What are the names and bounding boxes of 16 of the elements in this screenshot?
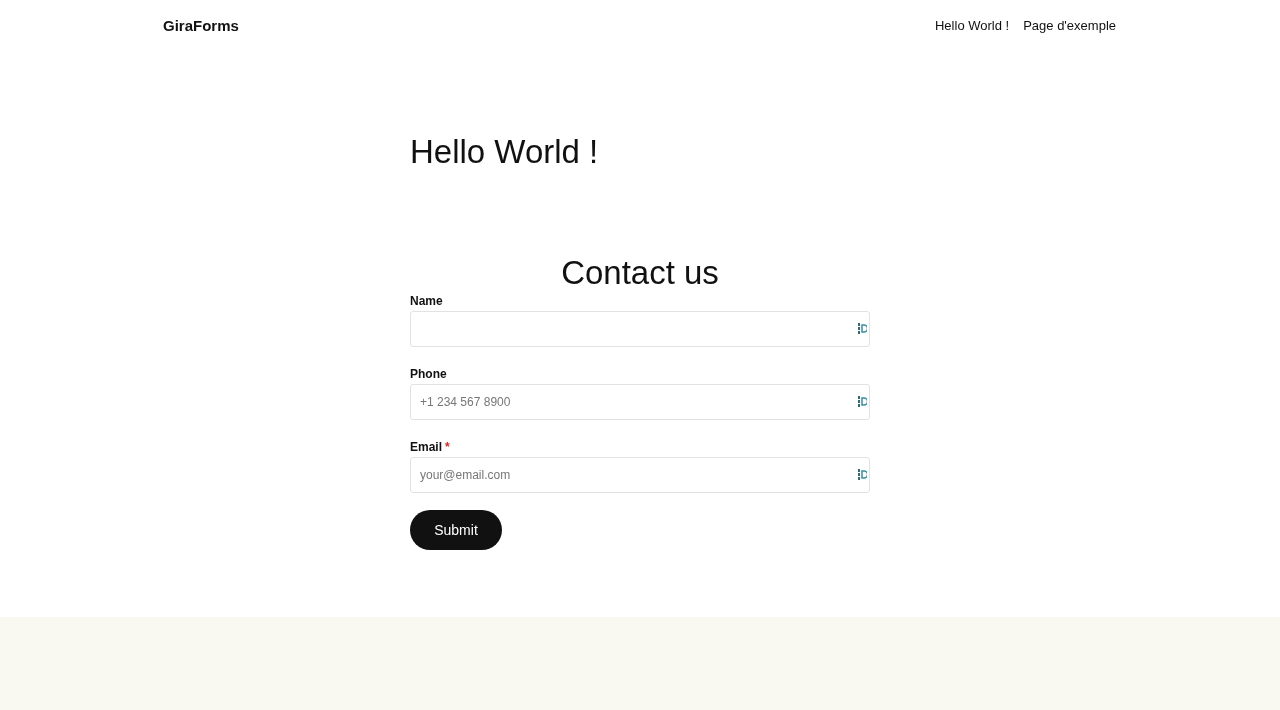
autofill-icon[interactable] [858, 323, 867, 334]
autofill-icon[interactable] [858, 469, 867, 480]
required-mark: * [445, 440, 450, 454]
submit-button[interactable]: Submit [410, 510, 502, 550]
input-field[interactable]: your@email.com [410, 457, 870, 493]
page-title: Hello World ! [410, 132, 600, 172]
form-title: Contact us [560, 253, 720, 293]
site-logo[interactable]: GiraForms [163, 16, 239, 34]
nav-link[interactable]: Page d'exemple [1023, 17, 1116, 33]
input-field[interactable]: +1 234 567 8900 [410, 384, 870, 420]
field-label: Email [410, 440, 442, 454]
input-field[interactable] [410, 311, 870, 347]
field-label: Phone [410, 367, 447, 381]
autofill-icon[interactable] [858, 396, 867, 407]
field-label: Name [410, 294, 443, 308]
nav-link[interactable]: Hello World ! [935, 17, 1010, 33]
